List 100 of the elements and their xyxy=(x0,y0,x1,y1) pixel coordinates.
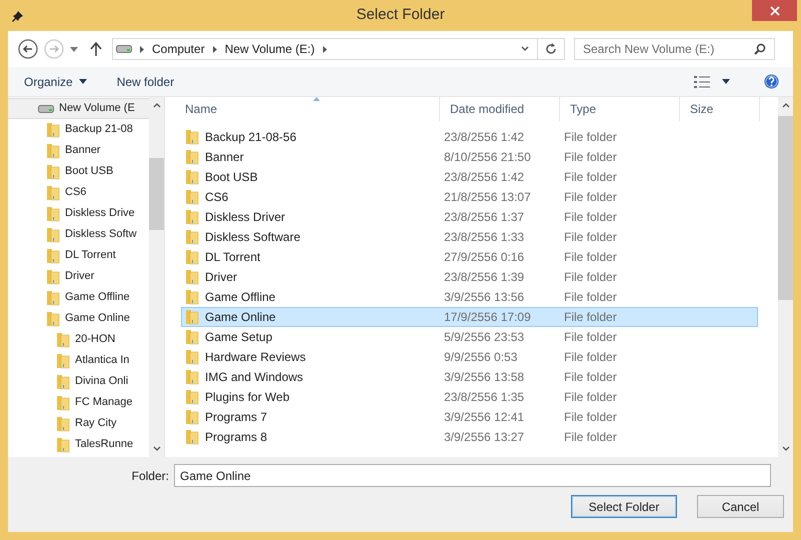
type-cell-text: File folder xyxy=(564,409,618,426)
tree-item[interactable]: Ray City xyxy=(8,413,149,434)
folder-icon xyxy=(56,394,70,410)
dialog-button[interactable]: Select Folder xyxy=(571,495,677,518)
tree-item[interactable]: Game Online xyxy=(8,308,149,329)
folder-icon xyxy=(185,409,199,425)
pin-icon[interactable] xyxy=(12,10,24,22)
file-row[interactable]: Diskless Driver 23/8/2556 1:37 File folder xyxy=(181,207,758,227)
file-row[interactable]: Game Online 17/9/2556 17:09 File folder xyxy=(181,307,758,327)
chevron-icon[interactable] xyxy=(322,46,327,52)
chevron-icon[interactable] xyxy=(140,46,144,52)
file-row[interactable]: Hardware Reviews 9/9/2556 0:53 File folder xyxy=(181,347,758,367)
date-cell-text: 21/8/2556 13:07 xyxy=(444,189,532,206)
tree-item[interactable]: 20-HON xyxy=(8,329,149,350)
file-row[interactable]: DL Torrent 27/9/2556 0:16 File folder xyxy=(181,247,758,267)
file-name: Diskless Software xyxy=(205,229,300,246)
tree-item[interactable]: Driver xyxy=(8,266,149,287)
folder-icon xyxy=(46,310,60,326)
close-icon xyxy=(770,6,780,16)
type-cell-text: File folder xyxy=(564,349,618,366)
file-row[interactable]: Plugins for Web 23/8/2556 1:35 File folder xyxy=(181,387,758,407)
type-cell-text: File folder xyxy=(564,249,618,266)
back-icon[interactable] xyxy=(18,39,38,59)
column-header[interactable]: Type xyxy=(560,97,680,121)
folder-icon xyxy=(185,229,199,245)
folder-icon xyxy=(46,184,60,200)
up-arrow-icon[interactable] xyxy=(90,42,102,56)
organize-button[interactable]: Organize xyxy=(18,72,93,90)
tree-item[interactable]: New Volume (E xyxy=(8,98,149,119)
scroll-up-icon[interactable] xyxy=(782,103,790,108)
close-button[interactable] xyxy=(752,0,797,21)
folder-icon xyxy=(185,189,199,205)
folder-icon xyxy=(185,309,199,325)
folder-icon xyxy=(46,206,60,222)
caret-icon[interactable] xyxy=(722,79,730,84)
folder-name-field[interactable]: Game Online xyxy=(174,464,771,487)
file-name: Banner xyxy=(205,149,244,166)
date-cell-text: 3/9/2556 13:27 xyxy=(444,429,526,446)
type-cell-text: File folder xyxy=(564,329,618,346)
caret-icon xyxy=(78,79,87,84)
tree-item[interactable]: TalesRunne xyxy=(8,434,149,455)
file-row[interactable]: Diskless Software 23/8/2556 1:33 File folder xyxy=(181,227,758,247)
folder-icon xyxy=(185,249,199,265)
file-name: Backup 21-08-56 xyxy=(205,129,296,146)
scroll-down-icon[interactable] xyxy=(782,446,790,451)
new-folder-button[interactable]: New folder xyxy=(110,72,180,90)
file-name: Boot USB xyxy=(205,169,258,186)
scrollbar[interactable] xyxy=(778,97,793,457)
file-row[interactable]: CS6 21/8/2556 13:07 File folder xyxy=(181,187,758,207)
file-name: CS6 xyxy=(205,189,228,206)
file-name: Game Online xyxy=(205,309,276,326)
tree-item[interactable]: CS6 xyxy=(8,182,149,203)
column-header[interactable]: Name xyxy=(175,97,440,121)
date-cell-text: 3/9/2556 13:56 xyxy=(444,289,526,306)
tree-item[interactable]: Boot USB xyxy=(8,161,149,182)
tree-item[interactable]: Diskless Drive xyxy=(8,203,149,224)
chevron-icon[interactable] xyxy=(212,46,217,52)
scroll-thumb[interactable] xyxy=(149,158,164,230)
date-cell-text: 27/9/2556 0:16 xyxy=(444,249,526,266)
tree-item[interactable]: DL Torrent xyxy=(8,245,149,266)
file-row[interactable]: Programs 7 3/9/2556 12:41 File folder xyxy=(181,407,758,427)
file-row[interactable]: Game Offline 3/9/2556 13:56 File folder xyxy=(181,287,758,307)
tree-item[interactable]: Backup 21-08 xyxy=(8,119,149,140)
type-cell-text: File folder xyxy=(564,189,618,206)
address-bar[interactable]: Computer New Volume (E:) xyxy=(112,38,565,60)
scrollbar[interactable] xyxy=(149,97,164,457)
file-name: Plugins for Web xyxy=(205,389,290,406)
file-row[interactable]: Driver 23/8/2556 1:39 File folder xyxy=(181,267,758,287)
file-row[interactable]: Banner 8/10/2556 21:50 File folder xyxy=(181,147,758,167)
tree-item[interactable]: Diskless Softw xyxy=(8,224,149,245)
folder-icon xyxy=(185,269,199,285)
dialog-button[interactable]: Cancel xyxy=(697,495,784,518)
search-field[interactable]: Search New Volume (E:) xyxy=(574,38,775,60)
type-cell-text: File folder xyxy=(564,289,618,306)
date-cell-text: 23/8/2556 1:35 xyxy=(444,389,526,406)
tree-item[interactable]: Divina Onli xyxy=(8,371,149,392)
tree-item[interactable]: Atlantica In xyxy=(8,350,149,371)
drive-icon xyxy=(116,45,132,53)
column-header[interactable]: Size xyxy=(680,97,760,121)
view-options-icon[interactable] xyxy=(694,76,710,88)
scroll-up-icon[interactable] xyxy=(152,103,160,108)
breadcrumb[interactable]: New Volume (E:) xyxy=(224,40,315,58)
scroll-thumb[interactable] xyxy=(778,116,793,300)
tree-item[interactable]: Game Offline xyxy=(8,287,149,308)
refresh-icon[interactable] xyxy=(545,43,557,55)
file-row[interactable]: Boot USB 23/8/2556 1:42 File folder xyxy=(181,167,758,187)
tree-item[interactable]: Banner xyxy=(8,140,149,161)
scroll-down-icon[interactable] xyxy=(152,446,160,451)
type-cell-text: File folder xyxy=(564,229,618,246)
column-header[interactable]: Date modified xyxy=(440,97,560,121)
chevron-icon[interactable] xyxy=(521,46,529,52)
type-cell-text: File folder xyxy=(564,169,618,186)
file-row[interactable]: Backup 21-08-56 23/8/2556 1:42 File folder xyxy=(181,127,758,147)
tree-item[interactable]: FC Manage xyxy=(8,392,149,413)
file-row[interactable]: IMG and Windows 3/9/2556 13:58 File folder xyxy=(181,367,758,387)
folder-icon xyxy=(56,332,70,348)
help-icon[interactable] xyxy=(764,74,779,89)
breadcrumb[interactable]: Computer xyxy=(152,40,205,58)
file-row[interactable]: Programs 8 3/9/2556 13:27 File folder xyxy=(181,427,758,447)
file-row[interactable]: Game Setup 5/9/2556 23:53 File folder xyxy=(181,327,758,347)
